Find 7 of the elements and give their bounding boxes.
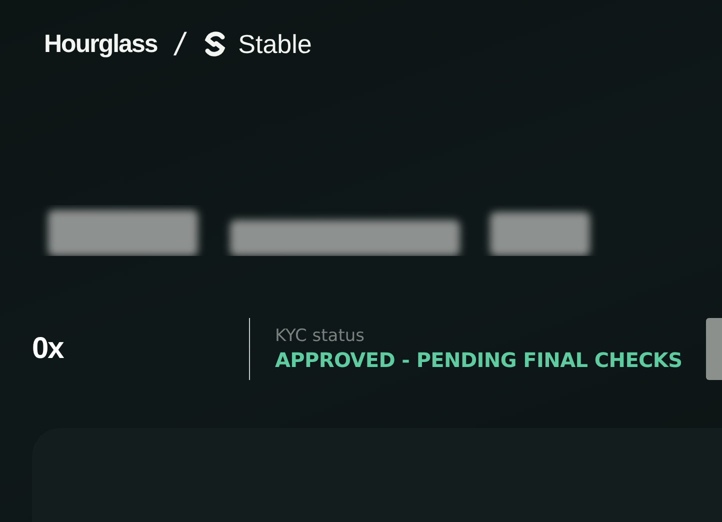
slash-separator: / [175, 26, 184, 62]
side-button[interactable] [706, 318, 722, 380]
kyc-label: KYC status [275, 326, 366, 346]
kyc-status: APPROVED - PENDING FINAL CHECKS [275, 348, 682, 372]
hourglass-logo: Hourglass [44, 30, 158, 58]
wallet-address: 0x [32, 332, 64, 366]
stable-logo: Stable [238, 28, 312, 60]
